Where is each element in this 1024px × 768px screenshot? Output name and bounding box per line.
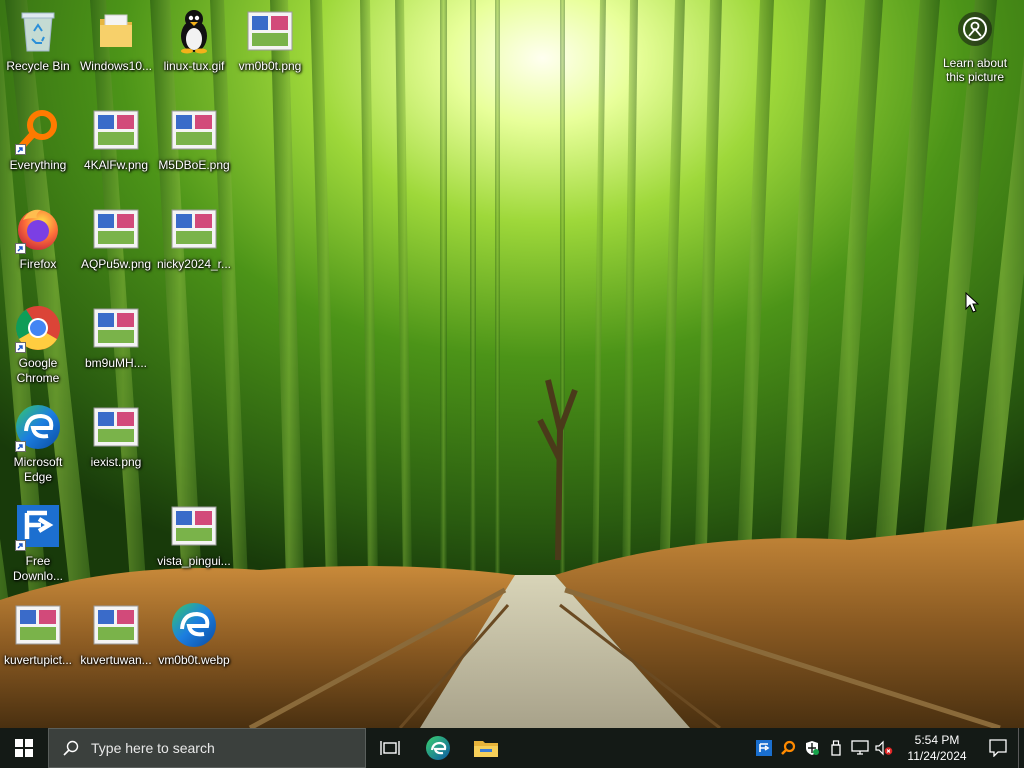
learn-about-picture[interactable]: Learn about this picture	[938, 8, 1012, 84]
system-tray: 5:54 PM 11/24/2024	[752, 728, 1024, 768]
desktop-icon-linux-tux[interactable]: linux-tux.gif	[156, 2, 232, 96]
camera-info-icon	[958, 12, 992, 46]
edge-icon	[13, 402, 63, 452]
taskbar-clock[interactable]: 5:54 PM 11/24/2024	[902, 732, 972, 764]
desktop-icon-free-download-manager[interactable]: Free Downlo...	[0, 497, 76, 591]
everything-tray-icon	[781, 740, 796, 755]
clock-time: 5:54 PM	[914, 733, 960, 747]
desktop-icon-label: kuvertuwan...	[80, 653, 152, 667]
taskbar-file-explorer-button[interactable]	[462, 728, 510, 768]
desktop-icon-iexist[interactable]: iexist.png	[78, 398, 154, 492]
desktop-icon-label: linux-tux.gif	[163, 59, 225, 73]
learn-about-label: Learn about this picture	[942, 56, 1008, 84]
firefox-icon	[13, 204, 63, 254]
search-box[interactable]: Type here to search	[48, 728, 366, 768]
edge-webp-icon	[169, 600, 219, 650]
network-tray-button[interactable]	[848, 728, 872, 768]
mouse-pointer-icon	[965, 291, 980, 319]
desktop-icon-label: M5DBoE.png	[158, 158, 230, 172]
image-thumbnail-icon	[169, 501, 219, 551]
taskbar: Type here to search 5:54 PM 11/24/2024	[0, 728, 1024, 768]
folder-icon	[91, 6, 141, 56]
desktop-icon-windows10-folder[interactable]: Windows10...	[78, 2, 154, 96]
image-thumbnail-icon	[91, 204, 141, 254]
desktop-icon-label: Microsoft Edge	[13, 455, 63, 484]
desktop-icon-bm9umh[interactable]: bm9uMH....	[78, 299, 154, 393]
defender-tray-icon	[806, 741, 819, 755]
desktop-icon-label: Firefox	[19, 257, 57, 271]
image-thumbnail-icon	[91, 600, 141, 650]
tux-image-icon	[169, 6, 219, 56]
shortcut-arrow-icon	[15, 540, 26, 551]
clock-date: 11/24/2024	[907, 749, 967, 763]
desktop-icon-aqpu5w[interactable]: AQPu5w.png	[78, 200, 154, 294]
volume-tray-button[interactable]	[872, 728, 896, 768]
shortcut-arrow-icon	[15, 144, 26, 155]
task-view-icon	[380, 741, 400, 755]
image-thumbnail-icon	[91, 303, 141, 353]
chrome-icon	[13, 303, 63, 353]
volume-muted-icon	[875, 740, 893, 756]
desktop-icon-label: Windows10...	[79, 59, 153, 73]
image-thumbnail-icon	[91, 105, 141, 155]
image-thumbnail-icon	[13, 600, 63, 650]
desktop-icon-label: kuvertupict...	[3, 653, 73, 667]
file-explorer-icon	[474, 741, 498, 757]
desktop-icon-vm0b0t-webp[interactable]: vm0b0t.webp	[156, 596, 232, 690]
desktop-icon-vm0b0t-png[interactable]: vm0b0t.png	[232, 2, 308, 96]
free-download-manager-icon	[13, 501, 63, 551]
desktop-icon-google-chrome[interactable]: Google Chrome	[0, 299, 76, 393]
start-button[interactable]	[0, 728, 48, 768]
shortcut-arrow-icon	[15, 342, 26, 353]
desktop-icon-label: Free Downlo...	[12, 554, 64, 583]
show-desktop-button[interactable]	[1018, 728, 1024, 768]
shortcut-arrow-icon	[15, 441, 26, 452]
desktop-icon-label: vm0b0t.png	[238, 59, 302, 73]
shortcut-arrow-icon	[15, 243, 26, 254]
desktop-icon-kuvertuwan[interactable]: kuvertuwan...	[78, 596, 154, 690]
everything-tray-button[interactable]	[776, 728, 800, 768]
windows-logo-icon	[15, 739, 33, 757]
action-center-button[interactable]	[978, 728, 1018, 768]
image-thumbnail-icon	[169, 105, 219, 155]
desktop-icon-microsoft-edge[interactable]: Microsoft Edge	[0, 398, 76, 492]
desktop-icon-everything[interactable]: Everything	[0, 101, 76, 195]
usb-tray-icon	[831, 740, 841, 756]
desktop-icon-firefox[interactable]: Firefox	[0, 200, 76, 294]
image-thumbnail-icon	[91, 402, 141, 452]
defender-tray-button[interactable]	[800, 728, 824, 768]
desktop-icon-recycle-bin[interactable]: Recycle Bin	[0, 2, 76, 96]
desktop-icon-label: Everything	[9, 158, 67, 172]
taskbar-edge-button[interactable]	[414, 728, 462, 768]
desktop-icon-kuvertupict[interactable]: kuvertupict...	[0, 596, 76, 690]
task-view-button[interactable]	[366, 728, 414, 768]
network-tray-icon	[851, 740, 869, 755]
desktop-icon-label: Google Chrome	[16, 356, 60, 385]
search-placeholder: Type here to search	[91, 740, 215, 756]
image-thumbnail-icon	[245, 6, 295, 56]
image-thumbnail-icon	[169, 204, 219, 254]
desktop-icon-vista-pingui[interactable]: vista_pingui...	[156, 497, 232, 591]
desktop-icon-4kalfw[interactable]: 4KAlFw.png	[78, 101, 154, 195]
search-icon	[63, 740, 79, 756]
usb-tray-button[interactable]	[824, 728, 848, 768]
everything-search-icon	[13, 105, 63, 155]
recycle-bin-icon	[13, 6, 63, 56]
notification-icon	[989, 739, 1007, 757]
desktop-icon-label: vm0b0t.webp	[158, 653, 230, 667]
desktop-icon-label: nicky2024_r...	[156, 257, 232, 271]
desktop-icon-nicky2024[interactable]: nicky2024_r...	[156, 200, 232, 294]
desktop-icon-m5dboe[interactable]: M5DBoE.png	[156, 101, 232, 195]
desktop-icon-label: 4KAlFw.png	[83, 158, 149, 172]
desktop-icon-label: Recycle Bin	[6, 59, 70, 73]
fdm-tray-button[interactable]	[752, 728, 776, 768]
desktop-icon-label: bm9uMH....	[84, 356, 147, 370]
desktop-icon-label: vista_pingui...	[157, 554, 231, 568]
fdm-tray-icon	[756, 740, 772, 756]
desktop-icon-label: iexist.png	[90, 455, 142, 469]
edge-icon	[426, 736, 450, 760]
desktop-icon-label: AQPu5w.png	[80, 257, 152, 271]
